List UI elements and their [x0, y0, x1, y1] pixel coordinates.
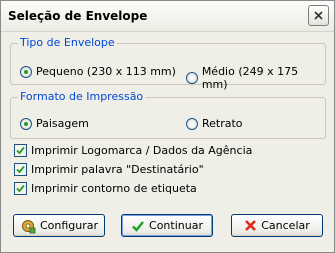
cancel-button-label: Cancelar: [261, 219, 310, 232]
check-icon: [16, 165, 25, 174]
radio-medio-label: Médio (249 x 175 mm): [201, 65, 299, 91]
checkbox-logomarca-box[interactable]: [14, 144, 27, 157]
radio-retrato-button[interactable]: [186, 117, 198, 130]
checkbox-destinatario-box[interactable]: [14, 163, 27, 176]
radio-medio-button[interactable]: [186, 72, 198, 84]
radio-paisagem-label: Paisagem: [36, 117, 89, 130]
checkbox-contorno-label: Imprimir contorno de etiqueta: [31, 182, 197, 195]
checkbox-destinatario-label: Imprimir palavra "Destinatário": [31, 163, 204, 176]
configure-button-label: Configurar: [39, 219, 99, 232]
checkbox-contorno[interactable]: Imprimir contorno de etiqueta: [14, 182, 197, 195]
radio-pequeno[interactable]: Pequeno (230 x 113 mm): [20, 65, 176, 78]
radio-pequeno-label: Pequeno (230 x 113 mm): [36, 65, 176, 78]
radio-medio[interactable]: Médio (249 x 175 mm): [186, 65, 325, 91]
check-icon: [132, 220, 144, 232]
check-icon: [16, 146, 25, 155]
close-icon: [314, 11, 323, 20]
check-icon: [16, 184, 25, 193]
radio-pequeno-button[interactable]: [20, 65, 32, 78]
radio-paisagem[interactable]: Paisagem: [20, 117, 89, 130]
print-format-group: Formato de Impressão Paisagem Retrato: [10, 90, 326, 139]
checkbox-contorno-box[interactable]: [14, 182, 27, 195]
checkbox-destinatario[interactable]: Imprimir palavra "Destinatário": [14, 163, 204, 176]
cancel-button[interactable]: Cancelar: [231, 214, 323, 237]
continue-button-label: Continuar: [149, 219, 203, 232]
configure-button[interactable]: Configurar: [13, 214, 105, 237]
envelope-type-group: Tipo de Envelope Pequeno (230 x 113 mm) …: [10, 36, 326, 91]
checkbox-logomarca[interactable]: Imprimir Logomarca / Dados da Agência: [14, 144, 252, 157]
gear-icon: [21, 219, 36, 233]
close-button[interactable]: [308, 5, 329, 26]
checkbox-logomarca-label: Imprimir Logomarca / Dados da Agência: [31, 144, 253, 157]
radio-retrato-label: Retrato: [202, 117, 243, 130]
continue-button[interactable]: Continuar: [121, 214, 213, 237]
radio-retrato[interactable]: Retrato: [186, 117, 243, 130]
envelope-type-legend: Tipo de Envelope: [18, 36, 117, 49]
x-icon: [245, 220, 257, 231]
print-format-legend: Formato de Impressão: [18, 90, 146, 103]
window-title: Seleção de Envelope: [8, 9, 148, 23]
radio-paisagem-button[interactable]: [20, 117, 32, 130]
title-bar[interactable]: Seleção de Envelope: [1, 1, 334, 32]
dialog-window: Seleção de Envelope Tipo de Envelope Peq…: [0, 0, 335, 253]
